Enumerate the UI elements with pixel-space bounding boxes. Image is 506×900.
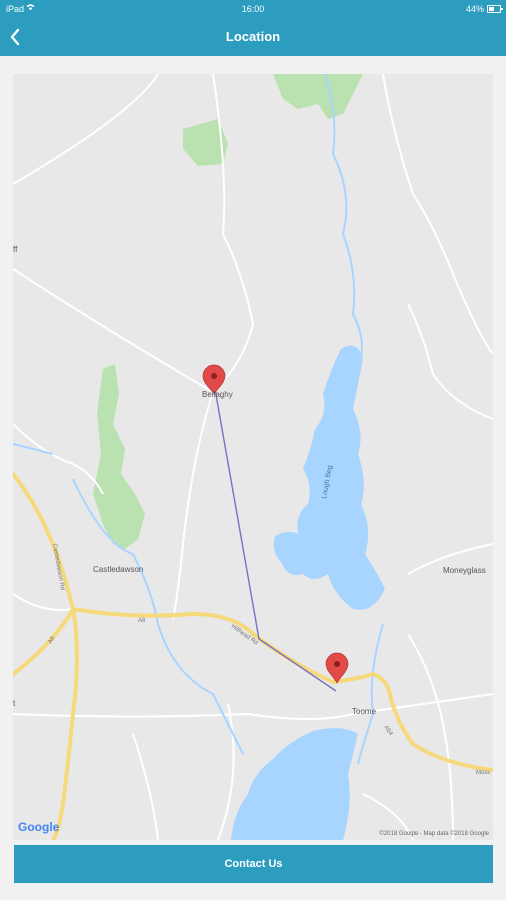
google-logo: Google [18, 820, 59, 834]
battery-icon [487, 5, 503, 13]
place-label: Castledawson [93, 565, 144, 574]
page-title: Location [225, 29, 281, 44]
place-label: Bellaghy [202, 390, 233, 399]
status-time: 16:00 [241, 4, 265, 14]
lough-neagh-water [231, 728, 358, 840]
edge-label: ff [13, 245, 18, 254]
road-label: A54 [382, 725, 393, 738]
battery-percent: 44% [465, 4, 484, 14]
google-logo-text: Google [18, 820, 60, 834]
edge-label: t [13, 699, 16, 708]
place-label: Toome [352, 707, 377, 716]
status-bar: iPad 16:00 44% [0, 0, 506, 18]
place-label: Moneyglass [443, 566, 486, 575]
map-canvas[interactable]: A6 A54 Castledawson Rd Hillhead Rd A6 Mo… [13, 74, 493, 840]
map-copyright[interactable]: ©2018 Google - Map data ©2018 Google [379, 831, 489, 837]
map-view[interactable]: A6 A54 Castledawson Rd Hillhead Rd A6 Mo… [13, 74, 493, 840]
road-label: Moss [476, 770, 490, 776]
park-area [273, 74, 363, 119]
nav-bar: Location [0, 18, 506, 56]
park-area [93, 364, 145, 549]
road-label: A6 [138, 618, 146, 624]
contact-us-button[interactable]: Contact Us [14, 845, 493, 883]
